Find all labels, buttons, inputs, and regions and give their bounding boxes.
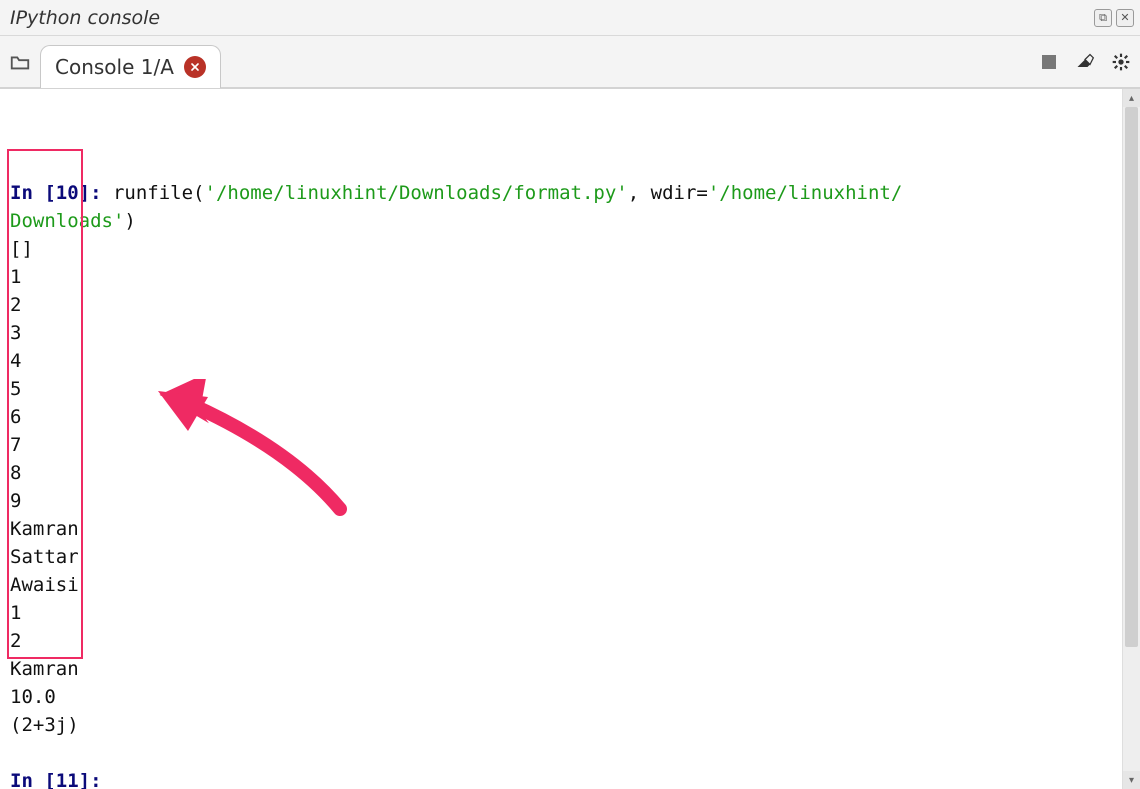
stop-icon (1039, 52, 1059, 72)
maximize-button[interactable]: ⧉ (1094, 9, 1112, 27)
console-output-area[interactable]: In [10]: runfile('/home/linuxhint/Downlo… (0, 89, 1122, 789)
panel-title: IPython console (10, 7, 160, 29)
output-line: 3 (10, 319, 1112, 347)
panel-titlebar: IPython console ⧉ ✕ (0, 0, 1140, 36)
scroll-down-button[interactable]: ▾ (1123, 771, 1140, 789)
close-tab-button[interactable] (184, 56, 206, 78)
options-button[interactable] (1110, 51, 1132, 73)
browse-directory-button[interactable] (6, 48, 34, 76)
eraser-icon (1075, 52, 1095, 72)
output-line: 5 (10, 375, 1112, 403)
console-tab[interactable]: Console 1/A (40, 45, 221, 89)
output-line: 6 (10, 403, 1112, 431)
output-line: 1 (10, 599, 1112, 627)
output-line: Kamran (10, 655, 1112, 683)
output-line: 2 (10, 291, 1112, 319)
input-prompt-empty[interactable]: In [11]: (10, 767, 1112, 789)
console-tab-label: Console 1/A (55, 55, 174, 79)
close-icon (189, 61, 201, 73)
output-line: 2 (10, 627, 1112, 655)
output-line: 1 (10, 263, 1112, 291)
output-line: Awaisi (10, 571, 1112, 599)
vertical-scrollbar[interactable]: ▴ ▾ (1122, 89, 1140, 789)
window-controls: ⧉ ✕ (1094, 9, 1134, 27)
output-line: Sattar (10, 543, 1112, 571)
scroll-thumb[interactable] (1125, 107, 1138, 647)
output-line: [] (10, 235, 1112, 263)
output-line: 8 (10, 459, 1112, 487)
close-panel-button[interactable]: ✕ (1116, 9, 1134, 27)
stop-button[interactable] (1038, 51, 1060, 73)
folder-icon (9, 51, 31, 73)
output-line: 10.0 (10, 683, 1112, 711)
scroll-up-button[interactable]: ▴ (1123, 89, 1140, 107)
console-toolbar (1038, 51, 1132, 73)
console-wrap: In [10]: runfile('/home/linuxhint/Downlo… (0, 88, 1140, 789)
ipython-console-panel: IPython console ⧉ ✕ Console 1/A (0, 0, 1140, 789)
input-prompt-line-2: Downloads') (10, 207, 1112, 235)
output-line: 4 (10, 347, 1112, 375)
gear-icon (1111, 52, 1131, 72)
output-line: (2+3j) (10, 711, 1112, 739)
output-line: 7 (10, 431, 1112, 459)
clear-button[interactable] (1074, 51, 1096, 73)
input-prompt-line: In [10]: runfile('/home/linuxhint/Downlo… (10, 179, 1112, 207)
output-line: Kamran (10, 515, 1112, 543)
output-line: 9 (10, 487, 1112, 515)
blank-line (10, 739, 1112, 767)
tab-bar: Console 1/A (0, 36, 1140, 88)
